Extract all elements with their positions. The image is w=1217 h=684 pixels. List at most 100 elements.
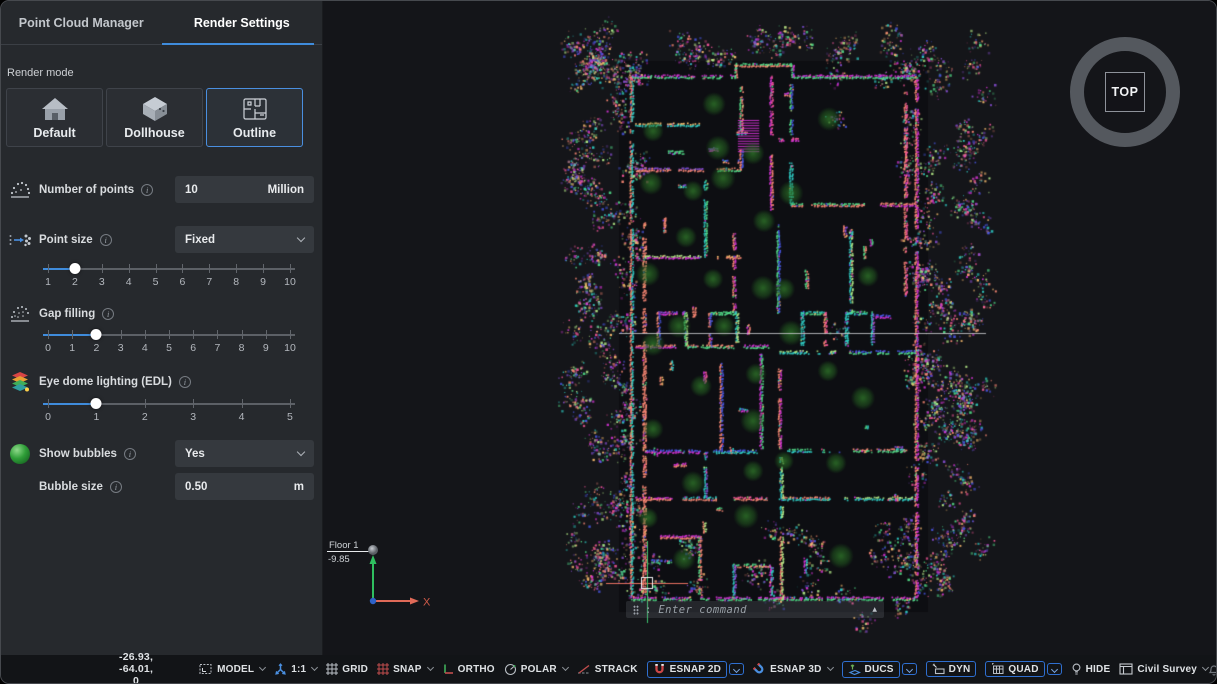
grid-icon bbox=[326, 663, 338, 675]
command-prompt: : bbox=[645, 604, 651, 616]
workspace-switcher[interactable]: Civil Survey bbox=[1119, 663, 1208, 675]
bubble-size-row: Bubble size i 0.50 m bbox=[6, 473, 314, 500]
show-bubbles-label: Show bubbles bbox=[39, 448, 117, 460]
edl-label: Eye dome lighting (EDL) bbox=[39, 376, 172, 388]
app-window: Point Cloud Manager Render Settings Rend… bbox=[0, 0, 1217, 684]
dyn-toggle[interactable]: DYN bbox=[926, 661, 977, 677]
slider-handle[interactable] bbox=[69, 263, 80, 274]
strack-toggle[interactable]: STRACK bbox=[577, 663, 638, 675]
quad-icon bbox=[991, 663, 1004, 675]
cursor-coordinates: -26.93, -64.01, 0 bbox=[119, 651, 153, 684]
tab-render-settings[interactable]: Render Settings bbox=[162, 1, 323, 44]
bubble-size-info-icon[interactable]: i bbox=[110, 481, 122, 493]
chevron-down-icon bbox=[311, 664, 318, 671]
polar-toggle[interactable]: POLAR bbox=[504, 663, 568, 676]
ucs-axis-gizmo: Floor 1 -9.85 X bbox=[323, 531, 463, 627]
model-space-toggle[interactable]: MODEL bbox=[199, 663, 265, 675]
chevron-down-icon bbox=[562, 664, 569, 671]
ortho-toggle[interactable]: ORTHO bbox=[442, 663, 495, 675]
edl-layers-icon bbox=[6, 371, 34, 393]
snap-toggle[interactable]: SNAP bbox=[377, 663, 433, 675]
gap-filling-info-icon[interactable]: i bbox=[102, 308, 114, 320]
number-of-points-row: Number of points i 10 Million bbox=[6, 176, 314, 203]
show-bubbles-row: Show bubbles i Yes bbox=[6, 440, 314, 467]
number-of-points-input[interactable]: 10 Million bbox=[175, 176, 314, 203]
y-axis-arrow bbox=[370, 555, 377, 564]
annotation-scale-toggle[interactable]: 1:1 bbox=[274, 663, 317, 676]
quad-toggle[interactable]: QUAD bbox=[985, 661, 1061, 677]
bubble-size-unit: m bbox=[294, 481, 304, 493]
point-size-row: Point size i Fixed bbox=[6, 226, 314, 253]
bubble-size-label: Bubble size bbox=[39, 481, 103, 493]
ducs-toggle[interactable]: DUCS bbox=[842, 661, 917, 678]
tab-point-cloud-manager[interactable]: Point Cloud Manager bbox=[1, 1, 162, 44]
slider-handle[interactable] bbox=[91, 398, 102, 409]
status-bar: -26.93, -64.01, 0 MODEL bbox=[1, 655, 1216, 683]
ucs-orbit-sphere bbox=[368, 545, 378, 555]
dynamic-input-icon bbox=[932, 663, 945, 675]
point-size-info-icon[interactable]: i bbox=[100, 234, 112, 246]
notifications-bell-icon[interactable] bbox=[1208, 663, 1217, 676]
render-mode-options: Default Dollhouse bbox=[6, 88, 317, 147]
chevron-down-icon bbox=[427, 664, 434, 671]
chevron-down-icon bbox=[826, 664, 833, 671]
gap-filling-label: Gap filling bbox=[39, 308, 95, 320]
gap-filling-icon bbox=[6, 304, 34, 324]
ortho-icon bbox=[442, 663, 454, 675]
esnap-2d-toggle[interactable]: ESNAP 2D bbox=[647, 661, 744, 678]
command-line-input[interactable]: : Enter command ▲ bbox=[626, 601, 884, 618]
hide-toggle[interactable]: HIDE bbox=[1071, 663, 1111, 676]
point-size-dropdown[interactable]: Fixed bbox=[175, 226, 314, 253]
house-icon bbox=[39, 96, 71, 122]
ducs-options-button[interactable] bbox=[902, 663, 917, 675]
edl-row: Eye dome lighting (EDL) i bbox=[6, 371, 314, 393]
render-mode-label: Render mode bbox=[7, 67, 322, 79]
show-bubbles-info-icon[interactable]: i bbox=[124, 448, 136, 460]
bubble-size-input[interactable]: 0.50 m bbox=[175, 473, 314, 500]
lightbulb-icon bbox=[1071, 663, 1082, 676]
edl-slider[interactable]: 012345 bbox=[43, 396, 295, 428]
number-of-points-unit: Million bbox=[268, 184, 304, 196]
render-mode-default-button[interactable]: Default bbox=[6, 88, 103, 147]
snap-tracking-icon bbox=[577, 663, 591, 675]
gap-filling-slider[interactable]: 012345678910 bbox=[43, 327, 295, 359]
view-cube-top[interactable]: TOP bbox=[1105, 72, 1145, 112]
esnap-3d-toggle[interactable]: ESNAP 3D bbox=[753, 663, 832, 676]
render-mode-dollhouse-button[interactable]: Dollhouse bbox=[106, 88, 203, 147]
grid-toggle[interactable]: GRID bbox=[326, 663, 368, 675]
gap-filling-row: Gap filling i bbox=[6, 304, 314, 324]
floor-label: Floor 1 bbox=[329, 540, 359, 551]
bubble-sphere-icon bbox=[6, 444, 34, 464]
point-cloud-dots-icon bbox=[6, 180, 34, 200]
number-of-points-value: 10 bbox=[185, 184, 198, 196]
slider-handle[interactable] bbox=[91, 329, 102, 340]
point-size-label: Point size bbox=[39, 234, 93, 246]
command-bar-grip[interactable] bbox=[633, 605, 639, 615]
render-settings-panel: Point Cloud Manager Render Settings Rend… bbox=[1, 1, 323, 657]
render-mode-dollhouse-label: Dollhouse bbox=[124, 126, 184, 140]
render-mode-default-label: Default bbox=[33, 126, 75, 140]
point-size-slider[interactable]: 12345678910 bbox=[43, 261, 295, 293]
dollhouse-icon bbox=[139, 96, 171, 122]
esnap-2d-options-button[interactable] bbox=[729, 663, 744, 675]
command-expand-icon[interactable]: ▲ bbox=[872, 606, 877, 613]
3d-viewport[interactable]: TOP Floor 1 -9.85 X : Enter command ▲ bbox=[323, 1, 1216, 657]
bubble-size-value: 0.50 bbox=[185, 481, 207, 493]
magnet-3d-icon bbox=[753, 663, 766, 676]
show-bubbles-value: Yes bbox=[185, 448, 205, 460]
show-bubbles-dropdown[interactable]: Yes bbox=[175, 440, 314, 467]
render-mode-outline-button[interactable]: Outline bbox=[206, 88, 303, 147]
number-of-points-label: Number of points bbox=[39, 184, 134, 196]
scale-icon bbox=[274, 663, 287, 676]
point-size-value: Fixed bbox=[185, 234, 215, 246]
chevron-down-icon bbox=[259, 664, 266, 671]
quad-options-button[interactable] bbox=[1047, 663, 1062, 675]
number-of-points-info-icon[interactable]: i bbox=[141, 184, 153, 196]
model-space-icon bbox=[199, 663, 213, 675]
magnet-icon bbox=[653, 663, 666, 676]
panel-tabs: Point Cloud Manager Render Settings bbox=[1, 1, 322, 45]
edl-info-icon[interactable]: i bbox=[179, 376, 191, 388]
point-size-icon bbox=[6, 230, 34, 250]
floor-elevation: -9.85 bbox=[328, 554, 350, 565]
snap-grid-icon bbox=[377, 663, 389, 675]
